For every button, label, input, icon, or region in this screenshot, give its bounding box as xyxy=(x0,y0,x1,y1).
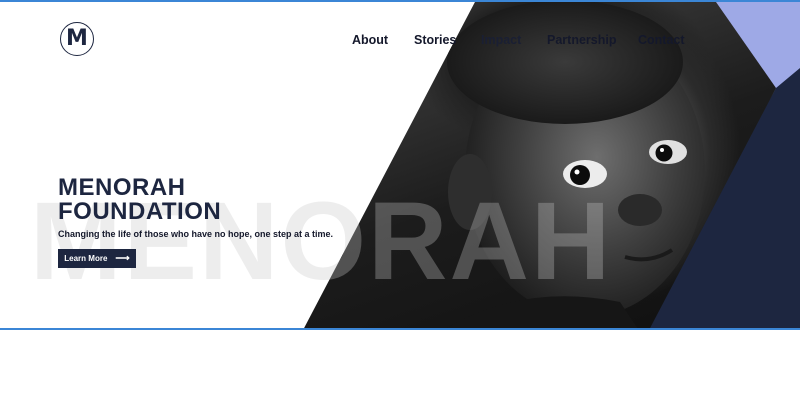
learn-more-button[interactable]: Learn More ⟶ xyxy=(58,249,136,268)
nav-item-impact[interactable]: Impact xyxy=(481,33,521,47)
nav-item-about[interactable]: About xyxy=(352,33,388,47)
arrow-right-icon: ⟶ xyxy=(115,252,130,264)
hero-title-line1: MENORAH xyxy=(58,174,186,201)
nav-item-stories[interactable]: Stories xyxy=(414,33,456,47)
learn-more-label: Learn More xyxy=(64,254,108,263)
hero-title-line2: FOUNDATION xyxy=(58,198,222,225)
hero-tagline: Changing the life of those who have no h… xyxy=(58,229,334,239)
nav-item-contact[interactable]: Contact xyxy=(638,33,685,47)
hero-section: MENORAH M About Stories Impact Partnersh… xyxy=(0,0,800,330)
nav-item-partnership[interactable]: Partnership xyxy=(547,33,616,47)
main-nav: About Stories Impact Partnership Contact xyxy=(0,33,800,51)
hero-title: MENORAH FOUNDATION xyxy=(58,176,221,224)
